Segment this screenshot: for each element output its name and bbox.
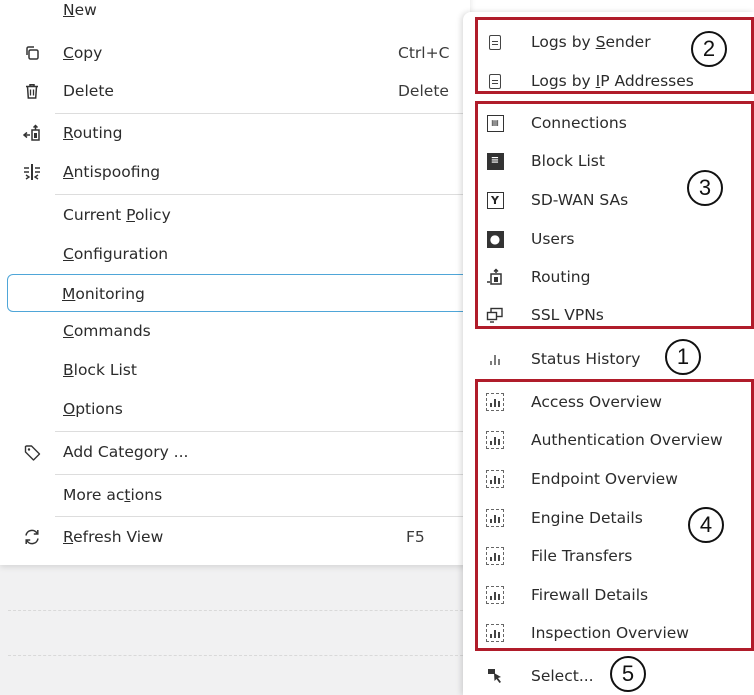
submenu-item-label: Status History bbox=[531, 350, 641, 368]
menu-separator bbox=[55, 474, 470, 475]
antispoofing-icon bbox=[12, 153, 52, 191]
menu-item-label: Routing bbox=[63, 124, 123, 142]
submenu-item-file-transfers[interactable]: File Transfers bbox=[466, 537, 754, 575]
menu-item-refresh-view[interactable]: Refresh View F5 bbox=[0, 518, 470, 556]
menu-item-antispoofing[interactable]: Antispoofing bbox=[0, 153, 470, 191]
menu-item-label: Antispoofing bbox=[63, 163, 161, 181]
document-icon bbox=[480, 62, 510, 100]
submenu-item-label: Endpoint Overview bbox=[531, 470, 678, 488]
submenu-item-logs-by-ip[interactable]: Logs by IP Addresses bbox=[466, 62, 754, 100]
submenu-item-routing[interactable]: Routing bbox=[466, 258, 754, 296]
ssl-vpn-icon bbox=[480, 296, 510, 334]
menu-item-label: Current Policy bbox=[63, 206, 171, 224]
bar-chart-icon bbox=[480, 340, 510, 378]
submenu-item-label: Engine Details bbox=[531, 509, 643, 527]
menu-item-routing[interactable]: Routing bbox=[0, 114, 470, 152]
submenu-item-inspection-overview[interactable]: Inspection Overview bbox=[466, 614, 754, 652]
report-icon bbox=[480, 537, 510, 575]
submenu-item-authentication-overview[interactable]: Authentication Overview bbox=[466, 421, 754, 459]
menu-item-label: Refresh View bbox=[63, 528, 164, 546]
sdwan-icon: Y bbox=[480, 181, 510, 219]
connections-icon: ▤ bbox=[480, 104, 510, 142]
submenu-item-access-overview[interactable]: Access Overview bbox=[466, 383, 754, 421]
menu-item-new[interactable]: New bbox=[0, 0, 470, 29]
report-icon bbox=[480, 421, 510, 459]
menu-item-label: Configuration bbox=[63, 245, 169, 263]
submenu-item-endpoint-overview[interactable]: Endpoint Overview bbox=[466, 460, 754, 498]
shortcut-label: Ctrl+C bbox=[398, 44, 450, 62]
submenu-item-label: Connections bbox=[531, 114, 627, 132]
callout-2: 2 bbox=[691, 31, 727, 67]
trash-icon bbox=[12, 72, 52, 110]
menu-item-configuration[interactable]: Configuration bbox=[0, 235, 470, 273]
report-icon bbox=[480, 460, 510, 498]
submenu-item-label: Select... bbox=[531, 667, 594, 685]
submenu-item-label: File Transfers bbox=[531, 547, 633, 565]
menu-item-current-policy[interactable]: Current Policy bbox=[0, 196, 470, 234]
background-divider bbox=[8, 610, 468, 611]
menu-item-label: Add Category ... bbox=[63, 443, 189, 461]
menu-item-label: Copy bbox=[63, 44, 103, 62]
menu-item-label: Block List bbox=[63, 361, 137, 379]
callout-4: 4 bbox=[688, 507, 724, 543]
menu-item-add-category[interactable]: Add Category ... bbox=[0, 433, 470, 471]
callout-1: 1 bbox=[665, 339, 701, 375]
document-icon bbox=[480, 23, 510, 61]
submenu-item-label: Logs by IP Addresses bbox=[531, 72, 694, 90]
submenu-item-firewall-details[interactable]: Firewall Details bbox=[466, 576, 754, 614]
menu-separator bbox=[55, 431, 470, 432]
shortcut-label: Delete bbox=[398, 82, 449, 100]
menu-item-commands[interactable]: Commands bbox=[0, 312, 470, 350]
refresh-icon bbox=[12, 518, 52, 556]
shortcut-label: F5 bbox=[406, 528, 425, 546]
routing-icon bbox=[12, 114, 52, 152]
callout-3: 3 bbox=[687, 170, 723, 206]
submenu-item-label: Logs by Sender bbox=[531, 33, 651, 51]
submenu-item-label: SSL VPNs bbox=[531, 306, 604, 324]
submenu-item-label: Inspection Overview bbox=[531, 624, 689, 642]
report-icon bbox=[480, 499, 510, 537]
submenu-item-label: Firewall Details bbox=[531, 586, 649, 604]
submenu-item-label: Routing bbox=[531, 268, 591, 286]
menu-item-label: Options bbox=[63, 400, 123, 418]
submenu-item-label: SD-WAN SAs bbox=[531, 191, 629, 209]
menu-item-label: Delete bbox=[63, 82, 114, 100]
submenu-item-label: Block List bbox=[531, 152, 605, 170]
report-icon bbox=[480, 383, 510, 421]
submenu-item-ssl-vpns[interactable]: SSL VPNs bbox=[466, 296, 754, 334]
report-icon bbox=[480, 614, 510, 652]
submenu-item-label: Users bbox=[531, 230, 575, 248]
menu-separator bbox=[55, 194, 470, 195]
menu-item-delete[interactable]: Delete Delete bbox=[0, 72, 470, 110]
menu-item-copy[interactable]: Copy Ctrl+C bbox=[0, 34, 470, 72]
background-divider bbox=[8, 655, 468, 656]
menu-item-more-actions[interactable]: More actions bbox=[0, 476, 470, 514]
callout-5: 5 bbox=[610, 656, 646, 692]
menu-item-label: New bbox=[63, 1, 97, 19]
routing-icon bbox=[480, 258, 510, 296]
menu-item-options[interactable]: Options bbox=[0, 390, 470, 428]
menu-item-monitoring[interactable]: Monitoring bbox=[7, 274, 487, 312]
menu-item-label: Commands bbox=[63, 322, 151, 340]
submenu-item-connections[interactable]: ▤ Connections bbox=[466, 104, 754, 142]
tag-icon bbox=[12, 433, 52, 471]
menu-separator bbox=[55, 516, 470, 517]
submenu-item-label: Authentication Overview bbox=[531, 431, 723, 449]
menu-item-label: Monitoring bbox=[62, 285, 145, 303]
submenu-item-users[interactable]: ● Users bbox=[466, 220, 754, 258]
submenu-item-status-history[interactable]: Status History bbox=[466, 340, 754, 378]
cursor-select-icon bbox=[480, 657, 510, 695]
report-icon bbox=[480, 576, 510, 614]
menu-item-label: More actions bbox=[63, 486, 163, 504]
copy-icon bbox=[12, 34, 52, 72]
menu-item-block-list[interactable]: Block List bbox=[0, 351, 470, 389]
block-list-icon: ≡ bbox=[480, 142, 510, 180]
user-icon: ● bbox=[480, 220, 510, 258]
submenu-item-label: Access Overview bbox=[531, 393, 662, 411]
